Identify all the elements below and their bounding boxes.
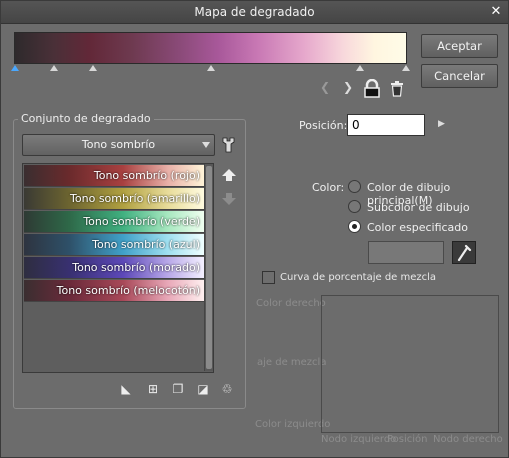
list-item[interactable]: Tono sombrío (rojo) bbox=[24, 165, 204, 187]
next-stop-icon[interactable]: ❯ bbox=[343, 80, 353, 94]
previous-stop-icon[interactable]: ❮ bbox=[320, 80, 330, 94]
radio-main-color[interactable] bbox=[348, 180, 361, 193]
blend-curve-checkbox[interactable] bbox=[262, 271, 275, 284]
right-node-label: Nodo derecho bbox=[433, 434, 503, 445]
gradient-stop[interactable] bbox=[11, 65, 19, 71]
position-spinner-icon[interactable]: ▶ bbox=[438, 119, 445, 129]
sub-color-label: Subcolor de dibujo bbox=[367, 201, 470, 214]
eyedropper-button[interactable] bbox=[452, 241, 476, 264]
blend-curve-graph[interactable] bbox=[321, 295, 499, 433]
position-axis-label: Posición bbox=[387, 434, 428, 445]
accept-button[interactable]: Aceptar bbox=[421, 34, 498, 58]
list-scrollbar[interactable] bbox=[204, 164, 213, 371]
gradient-stop[interactable] bbox=[89, 65, 97, 71]
title-bar: Mapa de degradado ✕ bbox=[1, 1, 508, 24]
gradient-stop[interactable] bbox=[356, 65, 364, 71]
arrow-down-icon[interactable] bbox=[222, 193, 236, 205]
color-right-label: Color derecho bbox=[256, 298, 326, 309]
arrow-up-icon[interactable] bbox=[222, 169, 236, 181]
blend-ratio-label: aje de mezcla bbox=[257, 357, 327, 368]
add-icon[interactable]: ◪ bbox=[196, 382, 210, 396]
radio-specified-color[interactable] bbox=[348, 220, 361, 233]
duplicate-icon[interactable]: ❐ bbox=[171, 382, 185, 396]
dialog-title: Mapa de degradado bbox=[194, 5, 315, 19]
list-item[interactable]: Tono sombrío (amarillo) bbox=[24, 188, 204, 210]
left-node-label: Nodo izquierdo bbox=[321, 434, 397, 445]
blend-curve-label: Curva de porcentaje de mezcla bbox=[280, 272, 437, 283]
gradient-set-select[interactable]: Tono sombrío bbox=[22, 134, 215, 156]
scrollbar-thumb[interactable] bbox=[206, 166, 212, 369]
apply-icon[interactable]: ◣ bbox=[119, 382, 133, 396]
close-icon[interactable]: ✕ bbox=[488, 4, 504, 20]
color-label: Color: bbox=[312, 181, 345, 194]
gradient-preview-bar[interactable] bbox=[14, 32, 407, 64]
list-item[interactable]: Tono sombrío (melocotón) bbox=[24, 280, 204, 302]
chevron-down-icon bbox=[202, 142, 210, 148]
color-left-label: Color izquierdo bbox=[255, 419, 331, 430]
wrench-icon[interactable] bbox=[220, 135, 237, 153]
lock-icon[interactable] bbox=[362, 79, 382, 99]
position-label: Posición: bbox=[299, 119, 348, 132]
gradient-stop[interactable] bbox=[50, 65, 58, 71]
trash-icon[interactable] bbox=[390, 80, 404, 97]
color-swatch[interactable] bbox=[368, 241, 444, 264]
gradient-set-label: Conjunto de degradado bbox=[18, 112, 154, 125]
delete-set-icon[interactable]: ♲ bbox=[220, 382, 234, 396]
radio-sub-color[interactable] bbox=[348, 200, 361, 213]
list-item[interactable]: Tono sombrío (verde) bbox=[24, 211, 204, 233]
gradient-list: Tono sombrío (rojo) Tono sombrío (amaril… bbox=[22, 163, 214, 373]
list-item[interactable]: Tono sombrío (azul) bbox=[24, 234, 204, 256]
gradient-stop[interactable] bbox=[402, 65, 410, 71]
cancel-button[interactable]: Cancelar bbox=[421, 64, 498, 88]
specified-color-label: Color especificado bbox=[367, 221, 468, 234]
eyedropper-icon bbox=[457, 244, 472, 262]
gradient-stop[interactable] bbox=[207, 65, 215, 71]
import-icon[interactable]: ⊞ bbox=[146, 382, 160, 396]
position-input[interactable]: 0 bbox=[347, 114, 425, 136]
gradient-set-value: Tono sombrío bbox=[81, 138, 156, 151]
gradient-map-dialog: Mapa de degradado ✕ Aceptar Cancelar ❮ ❯… bbox=[0, 0, 509, 458]
list-item[interactable]: Tono sombrío (morado) bbox=[24, 257, 204, 279]
